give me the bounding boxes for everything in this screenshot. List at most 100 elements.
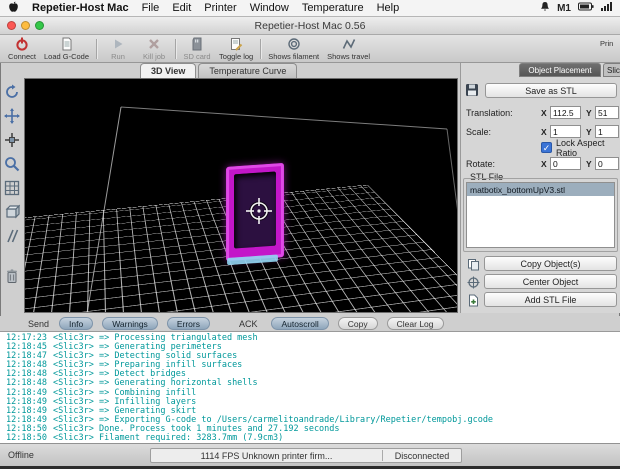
center-icon [466, 275, 480, 289]
delete-object-button[interactable] [3, 266, 22, 285]
tab-3d-view[interactable]: 3D View [140, 63, 197, 78]
menu-temperature[interactable]: Temperature [302, 2, 364, 14]
status-m1-label[interactable]: M1 [557, 3, 571, 14]
menu-app-name[interactable]: Repetier-Host Mac [32, 2, 129, 14]
filament-icon [287, 37, 301, 51]
object-placement-panel: Object Placement Slice Save as STL Trans… [460, 63, 620, 313]
rotate-x-input[interactable] [550, 157, 581, 170]
scale-y-input[interactable] [595, 125, 619, 138]
3d-viewport[interactable] [24, 78, 458, 313]
status-bar: Offline 1114 FPS Unknown printer firm...… [0, 443, 620, 466]
macos-menubar: Repetier-Host Mac File Edit Printer Wind… [0, 0, 620, 17]
rotate-y-label: Y [586, 158, 592, 169]
shows-filament-label: Shows filament [268, 52, 320, 61]
window-titlebar[interactable]: Repetier-Host Mac 0.56 [0, 17, 620, 35]
autoscroll-toggle[interactable]: Autoscroll [271, 317, 329, 330]
rotate-view-button[interactable] [3, 82, 22, 101]
translation-label: Translation: [466, 107, 513, 118]
copy-icon [466, 257, 480, 271]
clear-log-button[interactable]: Clear Log [386, 317, 444, 330]
send-button[interactable]: Send [28, 319, 49, 329]
viewport-tabbar: 3D View Temperature Curve [140, 63, 299, 78]
bed-grid-icon [4, 180, 20, 195]
sd-card-button[interactable]: SD card [179, 36, 215, 62]
gcode-file-icon [60, 37, 74, 51]
tab-slice[interactable]: Slice [603, 63, 620, 77]
disconnected-status-text: Disconnected [394, 450, 450, 461]
notification-bell-icon[interactable] [540, 1, 550, 15]
battery-icon[interactable] [578, 2, 594, 14]
crosshair-cursor [246, 198, 272, 224]
magnifier-icon [5, 156, 20, 171]
shows-travel-button[interactable]: Shows travel [323, 36, 374, 62]
copy-object-button[interactable]: Copy Object(s) [484, 256, 617, 271]
log-toolbar: Send Info Warnings Errors ACK Autoscroll… [0, 316, 620, 331]
load-gcode-label: Load G-Code [44, 52, 90, 61]
show-object-button[interactable] [3, 202, 22, 221]
add-stl-file-button[interactable]: Add STL File [484, 292, 617, 307]
log-line: 12:18:50 <Slic3r> Filament required: 3283… [6, 433, 284, 443]
travel-path-icon [342, 37, 356, 51]
menu-window[interactable]: Window [250, 2, 289, 14]
signal-icon[interactable] [601, 2, 612, 14]
load-gcode-button[interactable]: Load G-Code [40, 36, 93, 62]
scale-x-input[interactable] [550, 125, 581, 138]
translation-x-label: X [541, 107, 547, 118]
scale-x-label: X [541, 126, 547, 137]
translation-y-input[interactable] [595, 106, 619, 119]
cube-icon [5, 204, 20, 218]
log-page-icon [229, 37, 243, 51]
sd-card-label: SD card [183, 52, 211, 61]
kill-job-label: Kill job [142, 52, 166, 61]
scale-y-label: Y [586, 126, 592, 137]
move-object-button[interactable] [3, 130, 22, 149]
kill-x-icon [147, 37, 161, 51]
shows-filament-button[interactable]: Shows filament [264, 36, 323, 62]
save-as-stl-button[interactable]: Save as STL [485, 83, 617, 98]
move-view-button[interactable] [3, 106, 22, 125]
lock-aspect-label: Lock Aspect Ratio [556, 137, 605, 158]
toggle-log-label: Toggle log [219, 52, 254, 61]
fps-status-text: 1114 FPS Unknown printer firm... [200, 450, 333, 461]
parallel-projection-button[interactable] [3, 226, 22, 245]
scale-label: Scale: [466, 126, 492, 137]
copy-log-button[interactable]: Copy [337, 317, 378, 330]
toolbar-separator [175, 39, 177, 59]
rotate-y-input[interactable] [595, 157, 619, 170]
run-button[interactable]: Run [100, 36, 136, 62]
save-disk-icon[interactable] [465, 83, 479, 97]
ack-label: ACK [238, 318, 258, 329]
show-bed-button[interactable] [3, 178, 22, 197]
menu-printer[interactable]: Printer [204, 2, 236, 14]
menu-file[interactable]: File [142, 2, 160, 14]
toolbar-separator [260, 39, 262, 59]
tab-object-placement[interactable]: Object Placement [519, 63, 601, 77]
toolbar-separator [96, 39, 98, 59]
printer-settings-partial-label[interactable]: Prin [600, 36, 616, 62]
center-object-button[interactable]: Center Object [484, 274, 617, 289]
zoom-button[interactable] [3, 154, 22, 173]
lock-aspect-checkbox[interactable]: ✓ [541, 142, 552, 153]
power-icon [15, 37, 29, 51]
translation-x-input[interactable] [550, 106, 581, 119]
kill-job-button[interactable]: Kill job [136, 36, 172, 62]
rotate-x-label: X [541, 158, 547, 169]
connect-button[interactable]: Connect [4, 36, 40, 62]
viewport-tool-column [1, 82, 23, 285]
menu-help[interactable]: Help [377, 2, 400, 14]
stl-file-list-item[interactable]: matbotix_bottomUpV3.stl [467, 183, 614, 196]
log-output[interactable]: 12:17:23 <Slic3r> => Processing triangula… [0, 331, 620, 443]
run-label: Run [111, 52, 125, 61]
move-object-icon [5, 132, 19, 147]
log-filter-errors[interactable]: Errors [166, 317, 210, 330]
log-filter-warnings[interactable]: Warnings [102, 317, 158, 330]
translation-y-label: Y [586, 107, 592, 118]
toggle-log-button[interactable]: Toggle log [215, 36, 257, 62]
stl-file-list[interactable]: matbotix_bottomUpV3.stl [466, 182, 615, 248]
parallel-lines-icon [7, 229, 19, 242]
log-filter-info[interactable]: Info [59, 317, 94, 330]
apple-menu-icon[interactable] [8, 1, 19, 16]
menu-edit[interactable]: Edit [172, 2, 191, 14]
sd-card-icon [190, 37, 204, 51]
tab-temperature-curve[interactable]: Temperature Curve [198, 63, 298, 78]
